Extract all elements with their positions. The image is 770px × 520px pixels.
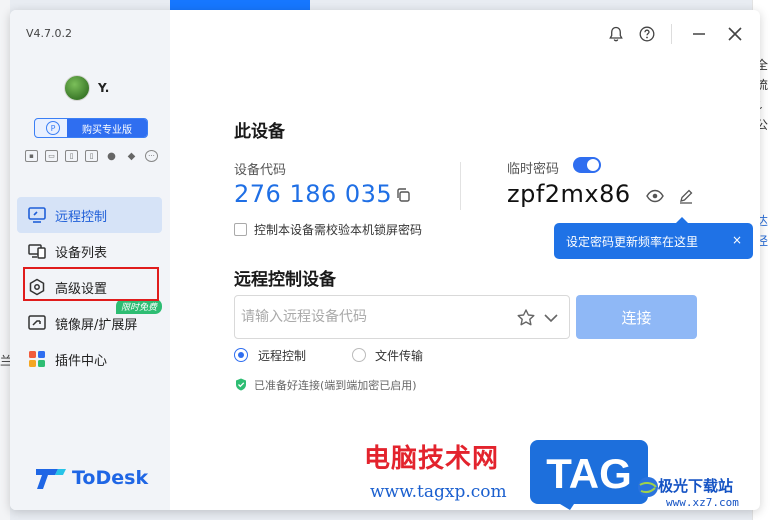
watermark-url: www.tagxp.com (370, 482, 507, 502)
temp-password-toggle[interactable] (573, 157, 601, 173)
copy-icon[interactable] (395, 187, 411, 203)
titlebar-divider (671, 24, 672, 44)
sidebar: V4.7.0.2 Y. P 购买专业版 ▪ ▭ ▯ ▯ ● ◆ ··· 远程控制 (10, 10, 170, 510)
sidebar-item-mirror-screen[interactable]: 镜像屏/扩展屏 限时免费 (17, 299, 162, 341)
free-badge: 限时免费 (115, 299, 162, 314)
watermark-site-url: www.xz7.com (666, 496, 739, 509)
device-code-label: 设备代码 (234, 163, 287, 178)
mirror-icon (27, 315, 47, 331)
connect-button[interactable]: 连接 (576, 295, 697, 339)
radio-file-transfer[interactable] (352, 348, 366, 362)
chevron-down-icon[interactable] (543, 310, 559, 326)
eye-icon[interactable] (646, 189, 664, 203)
close-icon[interactable] (727, 26, 743, 42)
watermark-cn: 电脑技术网 (364, 444, 500, 474)
pro-icon: P (46, 121, 60, 135)
remote-code-field (234, 295, 570, 339)
buy-pro-label: 购买专业版 (67, 119, 147, 137)
watermark-tag-logo: TAG (530, 440, 648, 510)
remote-device-title: 远程控制设备 (234, 270, 336, 290)
tooltip-text: 设定密码更新频率在这里 (566, 234, 699, 249)
platform-row: ▪ ▭ ▯ ▯ ● ◆ ··· (25, 150, 158, 162)
sidebar-item-label: 插件中心 (55, 353, 108, 369)
minimize-icon[interactable] (691, 26, 707, 42)
gamepad-icon[interactable]: ▪ (25, 150, 38, 162)
remote-code-input[interactable] (241, 306, 501, 328)
temp-password: zpf2mx86 (507, 180, 631, 208)
avatar[interactable] (64, 75, 90, 101)
radio-file-transfer-label: 文件传输 (375, 349, 424, 363)
highlight-box (23, 267, 159, 301)
more-icon[interactable]: ··· (145, 150, 158, 162)
apple-icon[interactable]: ● (105, 150, 118, 162)
version-label: V4.7.0.2 (26, 27, 73, 40)
watermark-site-cn: 极光下载站 (658, 477, 734, 495)
connection-status: 已准备好连接(端到端加密已启用) (254, 379, 417, 392)
plugins-icon (27, 351, 47, 367)
todesk-window: V4.7.0.2 Y. P 购买专业版 ▪ ▭ ▯ ▯ ● ◆ ··· 远程控制 (10, 10, 760, 510)
username[interactable]: Y. (98, 81, 109, 95)
star-icon[interactable] (516, 308, 536, 328)
phone-icon[interactable]: ▯ (85, 150, 98, 162)
device-code[interactable]: 276 186 035 (234, 180, 392, 208)
android-icon[interactable]: ◆ (125, 150, 138, 162)
this-device-title: 此设备 (234, 122, 285, 142)
desktop-top-strip (170, 0, 310, 10)
password-frequency-tooltip: 设定密码更新频率在这里 × (554, 217, 753, 259)
logo-text: ToDesk (72, 467, 149, 489)
watermark-tag-text: TAG (546, 450, 632, 497)
device-divider (460, 162, 461, 210)
sidebar-item-remote-control[interactable]: 远程控制 (17, 197, 162, 233)
lockscreen-password-label: 控制本设备需校验本机锁屏密码 (254, 223, 423, 237)
help-icon[interactable] (639, 26, 655, 42)
sidebar-item-label: 镜像屏/扩展屏 (55, 317, 138, 333)
toggle-knob (587, 159, 599, 171)
monitor-icon (27, 207, 47, 223)
shield-check-icon (236, 378, 246, 391)
tablet-icon[interactable]: ▯ (65, 150, 78, 162)
lockscreen-password-checkbox[interactable] (234, 223, 247, 236)
tooltip-close-icon[interactable]: × (732, 233, 742, 247)
sidebar-item-label: 远程控制 (55, 209, 108, 225)
devices-icon (27, 243, 47, 259)
tv-icon[interactable]: ▭ (45, 150, 58, 162)
sidebar-item-plugin-center[interactable]: 插件中心 (17, 341, 162, 377)
globe-icon (638, 477, 658, 497)
temp-password-label: 临时密码 (507, 162, 560, 177)
desktop-left-edge (0, 0, 10, 520)
todesk-logo-icon (36, 469, 66, 489)
radio-remote-control-label: 远程控制 (258, 349, 307, 363)
todesk-logo: ToDesk (36, 466, 148, 490)
edit-icon[interactable] (678, 188, 694, 204)
buy-pro-button[interactable]: P 购买专业版 (34, 118, 148, 138)
sidebar-item-label: 设备列表 (55, 245, 108, 261)
sidebar-item-device-list[interactable]: 设备列表 (17, 233, 162, 269)
bell-icon[interactable] (608, 26, 624, 42)
radio-remote-control[interactable] (234, 348, 248, 362)
